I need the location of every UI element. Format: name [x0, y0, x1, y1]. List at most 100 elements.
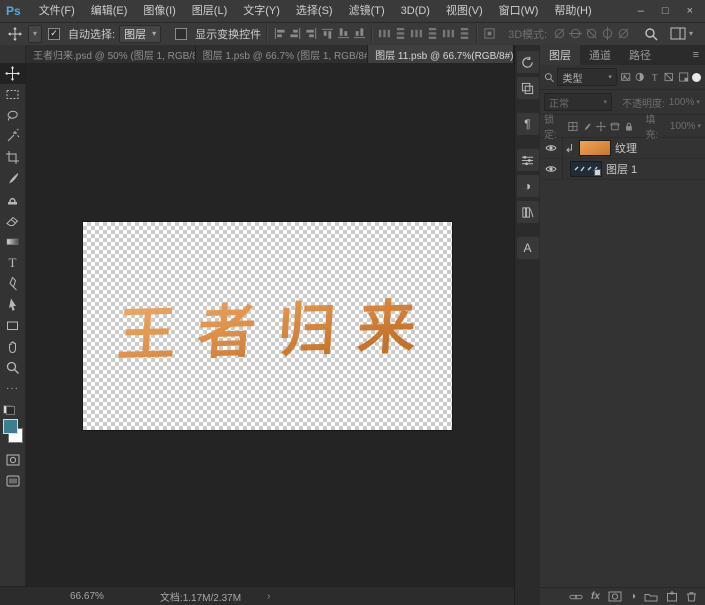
new-group-icon[interactable]: [644, 592, 658, 602]
clone-source-panel-icon[interactable]: [517, 77, 539, 99]
distribute-left-icon[interactable]: [426, 27, 439, 40]
fill-field[interactable]: 100% ▾: [670, 121, 701, 132]
distribute-spacing-icon[interactable]: [483, 27, 496, 40]
panel-menu-icon[interactable]: ≡: [693, 45, 705, 65]
filter-type-icon[interactable]: T: [649, 71, 660, 83]
auto-select-dropdown[interactable]: 图层 ▾: [119, 25, 161, 43]
document-tab-1[interactable]: 王者归来.psd @ 50% (图层 1, RGB/8#) ×: [26, 45, 196, 63]
workspace-switcher-icon[interactable]: [670, 27, 686, 40]
menu-item-image[interactable]: 图像(I): [135, 0, 183, 22]
maximize-button[interactable]: □: [662, 5, 669, 17]
zoom-level-field[interactable]: 66.67%: [70, 591, 104, 602]
filter-shape-icon[interactable]: [663, 71, 674, 83]
eraser-tool[interactable]: [0, 210, 26, 231]
menu-item-3d[interactable]: 3D(D): [393, 0, 438, 22]
screen-mode-button[interactable]: [0, 470, 26, 491]
properties-panel-icon[interactable]: [517, 149, 539, 171]
adjustments-panel-icon[interactable]: ◑: [517, 175, 539, 197]
menu-item-filter[interactable]: 滤镜(T): [341, 0, 393, 22]
tool-preset-chevron-icon[interactable]: ▾: [28, 25, 42, 43]
align-right-icon[interactable]: [305, 27, 318, 40]
type-tool[interactable]: T: [0, 252, 26, 273]
menu-item-view[interactable]: 视图(V): [438, 0, 491, 22]
lock-image-icon[interactable]: [582, 121, 592, 132]
menu-item-layer[interactable]: 图层(L): [184, 0, 235, 22]
add-adjustment-layer-icon[interactable]: ◑: [630, 591, 636, 602]
gradient-tool[interactable]: [0, 231, 26, 252]
link-layers-icon[interactable]: [569, 592, 583, 602]
document-canvas[interactable]: 王者归来: [83, 222, 452, 430]
filter-adjustment-icon[interactable]: [634, 71, 645, 83]
visibility-toggle[interactable]: [540, 138, 563, 158]
distribute-right-icon[interactable]: [458, 27, 471, 40]
layer-name[interactable]: 图层 1: [606, 161, 637, 177]
character-panel-icon[interactable]: A: [517, 237, 539, 259]
layer-row-layer1[interactable]: 图层 1: [540, 159, 705, 180]
delete-layer-icon[interactable]: [686, 591, 697, 602]
filter-type-dropdown[interactable]: 类型 ▾: [557, 68, 616, 86]
align-middle-vertical-icon[interactable]: [337, 27, 350, 40]
lasso-tool[interactable]: [0, 105, 26, 126]
shape-tool[interactable]: [0, 315, 26, 336]
status-options-chevron-icon[interactable]: ›: [267, 591, 270, 602]
minimize-button[interactable]: –: [638, 5, 644, 17]
clone-stamp-tool[interactable]: [0, 189, 26, 210]
history-panel-icon[interactable]: [517, 51, 539, 73]
distribute-bottom-icon[interactable]: [410, 27, 423, 40]
current-tool-icon[interactable]: ▾: [8, 25, 42, 43]
lock-artboard-icon[interactable]: [610, 121, 620, 132]
menu-item-select[interactable]: 选择(S): [288, 0, 341, 22]
brush-tool[interactable]: [0, 168, 26, 189]
quick-mask-button[interactable]: [0, 449, 26, 470]
distribute-top-icon[interactable]: [378, 27, 391, 40]
default-colors-icon[interactable]: [3, 405, 15, 415]
lock-transparency-icon[interactable]: [568, 121, 578, 132]
paragraph-panel-icon[interactable]: ¶: [517, 113, 539, 135]
distribute-vertical-icon[interactable]: [394, 27, 407, 40]
menu-item-file[interactable]: 文件(F): [31, 0, 83, 22]
edit-toolbar-icon[interactable]: ···: [0, 378, 26, 399]
menu-item-window[interactable]: 窗口(W): [491, 0, 547, 22]
filter-smart-object-icon[interactable]: [678, 71, 689, 83]
magic-wand-tool[interactable]: [0, 126, 26, 147]
layer-name[interactable]: 纹理: [615, 140, 637, 156]
visibility-toggle[interactable]: [540, 159, 563, 179]
hand-tool[interactable]: [0, 336, 26, 357]
filter-pixel-icon[interactable]: [620, 71, 631, 83]
menu-item-help[interactable]: 帮助(H): [546, 0, 599, 22]
filter-toggle[interactable]: [692, 73, 701, 82]
tab-channels[interactable]: 通道: [580, 45, 620, 65]
lock-all-icon[interactable]: [624, 121, 634, 132]
align-bottom-icon[interactable]: [353, 27, 366, 40]
layer-thumbnail[interactable]: [580, 141, 610, 155]
align-left-icon[interactable]: [273, 27, 286, 40]
rectangular-marquee-tool[interactable]: [0, 84, 26, 105]
path-selection-tool[interactable]: [0, 294, 26, 315]
add-layer-mask-icon[interactable]: [608, 591, 622, 602]
auto-select-checkbox[interactable]: ✓: [48, 28, 60, 40]
layer-style-icon[interactable]: fx: [591, 591, 600, 602]
document-tab-3-active[interactable]: 图层 11.psb @ 66.7%(RGB/8#) * ×: [368, 45, 514, 63]
tab-layers[interactable]: 图层: [540, 45, 580, 65]
menu-item-edit[interactable]: 编辑(E): [83, 0, 136, 22]
styles-panel-icon[interactable]: [517, 201, 539, 223]
tab-paths[interactable]: 路径: [620, 45, 660, 65]
zoom-tool[interactable]: [0, 357, 26, 378]
pen-tool[interactable]: [0, 273, 26, 294]
menu-item-type[interactable]: 文字(Y): [235, 0, 288, 22]
foreground-color-swatch[interactable]: [3, 419, 18, 434]
canvas-area[interactable]: 王者归来: [26, 63, 514, 587]
align-center-horizontal-icon[interactable]: [289, 27, 302, 40]
layer-thumbnail[interactable]: [571, 162, 601, 176]
document-tab-2[interactable]: 图层 1.psb @ 66.7% (图层 1, RGB/8#) * ×: [196, 45, 368, 63]
search-icon[interactable]: [644, 27, 658, 41]
show-transform-checkbox[interactable]: [175, 28, 187, 40]
opacity-field[interactable]: 100% ▾: [669, 97, 700, 108]
crop-tool[interactable]: [0, 147, 26, 168]
new-layer-icon[interactable]: [666, 591, 678, 602]
distribute-center-icon[interactable]: [442, 27, 455, 40]
blend-mode-dropdown[interactable]: 正常 ▾: [544, 93, 612, 111]
layer-row-texture[interactable]: 纹理: [540, 138, 705, 159]
close-button[interactable]: ×: [687, 5, 693, 17]
align-top-icon[interactable]: [321, 27, 334, 40]
